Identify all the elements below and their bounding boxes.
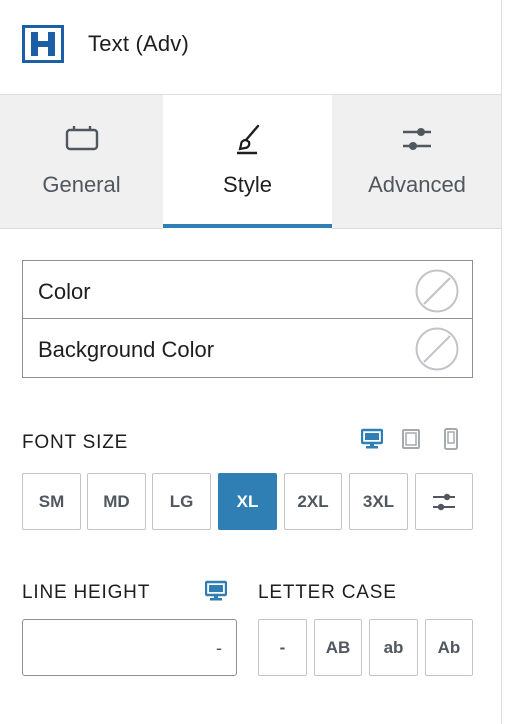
line-height-value: - xyxy=(216,638,222,658)
sliders-icon xyxy=(403,128,431,150)
general-box-icon xyxy=(65,126,98,151)
tab-general[interactable]: General xyxy=(0,95,163,229)
tablet-icon[interactable] xyxy=(401,428,421,450)
font-size-3xl-button[interactable]: 3XL xyxy=(349,473,408,530)
font-size-2xl-button[interactable]: 2XL xyxy=(284,473,342,530)
color-label: Color xyxy=(38,279,91,304)
color-setting-background[interactable]: Background Color xyxy=(23,319,472,377)
letter-case-upper-button[interactable]: AB xyxy=(314,619,362,676)
letter-case-none-button[interactable]: - xyxy=(258,619,307,676)
sliders-icon xyxy=(433,493,455,510)
background-color-label: Background Color xyxy=(38,337,215,362)
line-height-input[interactable]: - xyxy=(22,619,237,676)
custom-font-size-button[interactable] xyxy=(415,473,473,530)
color-settings: Color Background Color xyxy=(22,260,473,378)
letter-case-lower-button[interactable]: ab xyxy=(369,619,418,676)
tab-advanced[interactable]: Advanced xyxy=(332,95,502,229)
panel-divider xyxy=(501,0,502,724)
letter-case-capitalize-button[interactable]: Ab xyxy=(425,619,473,676)
color-setting-text[interactable]: Color xyxy=(23,261,472,319)
font-size-sm-button[interactable]: SM xyxy=(22,473,81,530)
empty-color-swatch-icon[interactable] xyxy=(415,327,459,371)
brush-icon xyxy=(236,124,259,155)
heading-block-icon xyxy=(22,25,64,63)
font-size-md-button[interactable]: MD xyxy=(87,473,146,530)
tab-advanced-label: Advanced xyxy=(368,172,466,197)
desktop-icon[interactable] xyxy=(205,580,227,602)
tab-general-label: General xyxy=(42,172,121,197)
letter-case-label: LETTER CASE xyxy=(258,582,397,603)
inspector-tabs: General Style Advanced xyxy=(0,95,502,230)
desktop-icon[interactable] xyxy=(361,428,383,450)
empty-color-swatch-icon[interactable] xyxy=(415,269,459,313)
mobile-icon[interactable] xyxy=(443,428,459,450)
block-title: Text (Adv) xyxy=(88,31,190,56)
font-size-lg-button[interactable]: LG xyxy=(152,473,211,530)
font-size-xl-button[interactable]: XL xyxy=(218,473,277,530)
tab-style[interactable]: Style xyxy=(163,95,332,230)
block-inspector-panel: Text (Adv) General Style Advanced Color … xyxy=(0,0,502,724)
font-size-label: FONT SIZE xyxy=(22,432,129,453)
block-header: Text (Adv) xyxy=(0,0,502,95)
active-tab-indicator xyxy=(163,224,332,228)
tab-style-label: Style xyxy=(223,172,272,197)
line-height-label: LINE HEIGHT xyxy=(22,582,151,603)
